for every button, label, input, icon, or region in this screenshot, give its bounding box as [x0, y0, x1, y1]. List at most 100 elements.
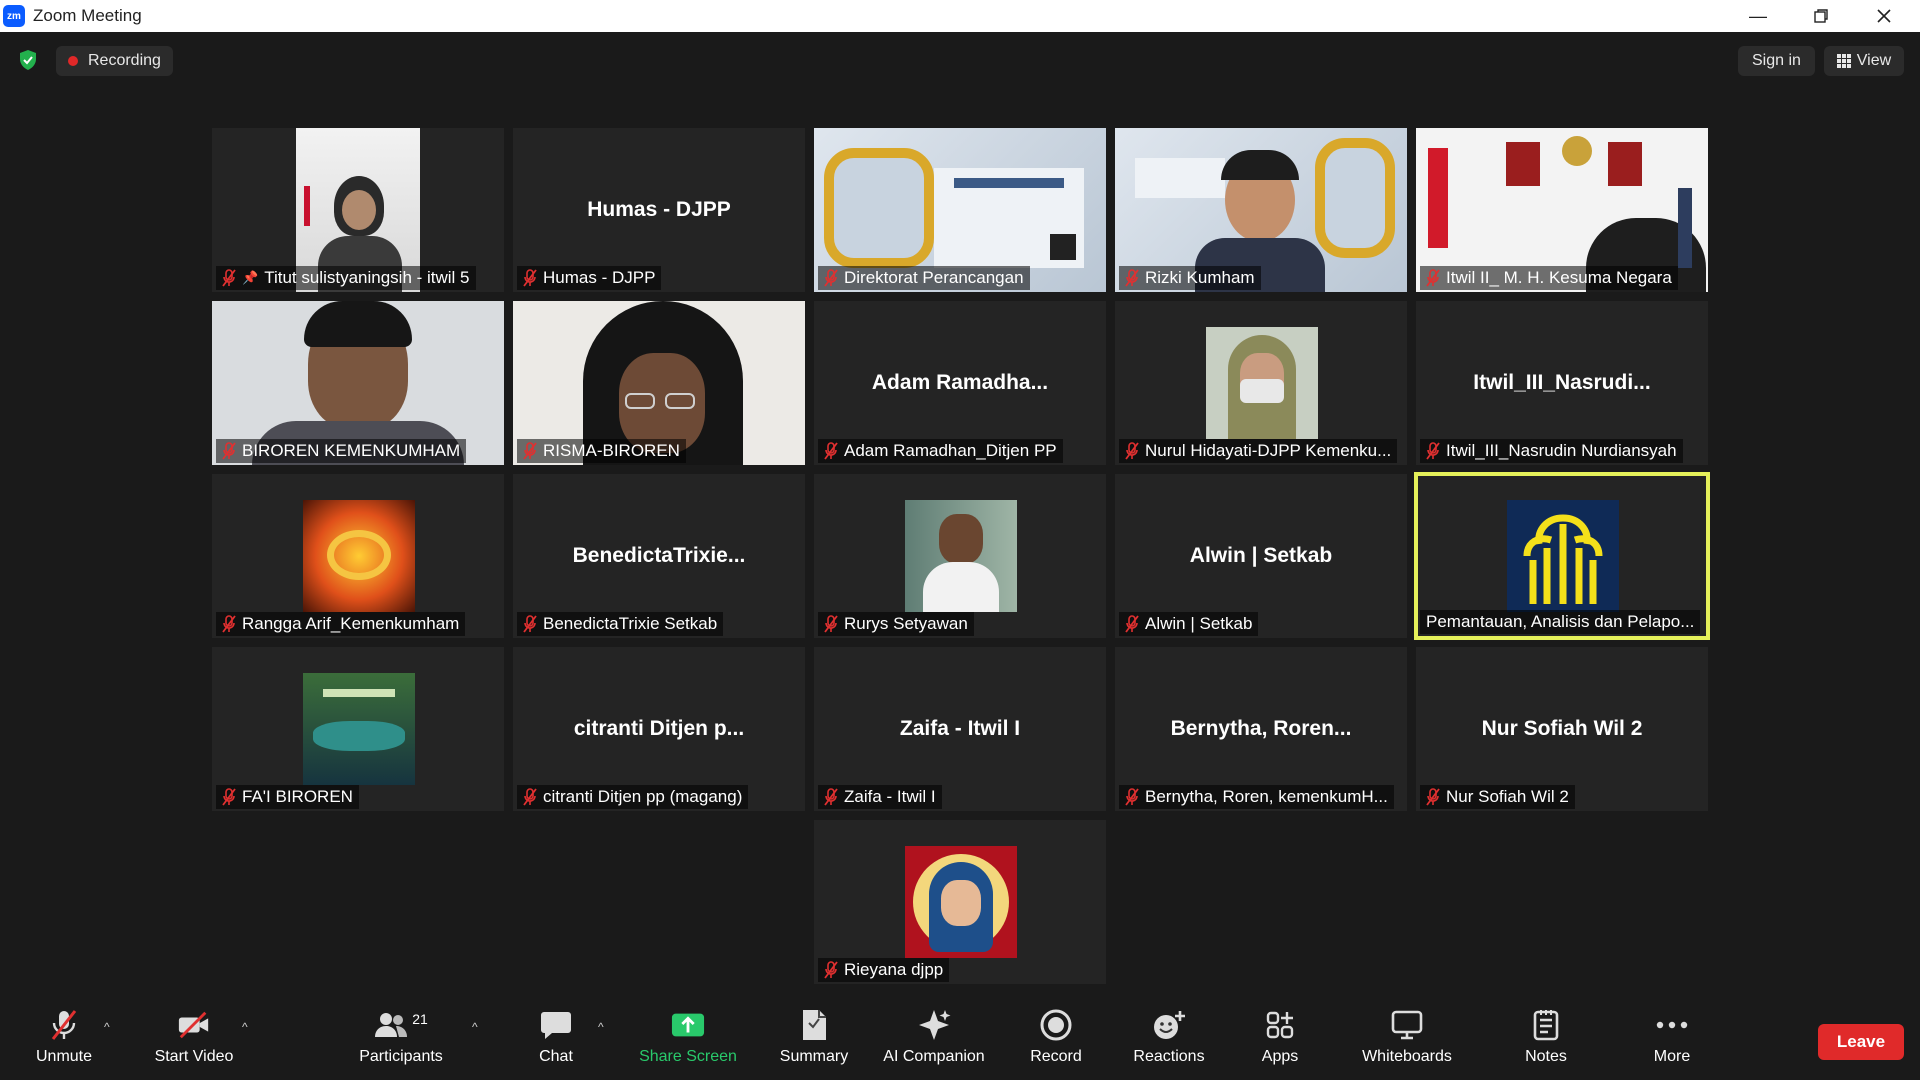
participant-name-label: BIROREN KEMENKUMHAM [216, 439, 467, 463]
participant-tile[interactable]: Alwin | Setkab Alwin | Setkab [1115, 474, 1407, 638]
muted-mic-icon [222, 788, 236, 806]
participant-tile[interactable]: BenedictaTrixie... BenedictaTrixie Setka… [513, 474, 805, 638]
participant-tile[interactable]: Itwil II_ M. H. Kesuma Negara [1416, 128, 1708, 292]
participant-name: BIROREN KEMENKUMHAM [242, 441, 461, 460]
reactions-button[interactable]: Reactions [1126, 1008, 1212, 1076]
participant-name-label: FA'I BIROREN [216, 785, 359, 809]
participant-name: Rizki Kumham [1145, 268, 1255, 287]
participant-tile[interactable]: FA'I BIROREN [212, 647, 504, 811]
participant-display-name: Humas - DJPP [587, 198, 731, 221]
recording-indicator[interactable]: Recording [56, 46, 173, 76]
participants-icon: 21 [366, 1008, 436, 1042]
participant-tile[interactable]: Rieyana djpp [814, 820, 1106, 984]
participant-tile[interactable]: Nur Sofiah Wil 2 Nur Sofiah Wil 2 [1416, 647, 1708, 811]
participant-name-label: Direktorat Perancangan [818, 266, 1030, 290]
participant-name: Itwil_III_Nasrudin Nurdiansyah [1446, 441, 1677, 460]
muted-mic-icon [824, 442, 838, 460]
participant-tile[interactable]: Rangga Arif_Kemenkumham [212, 474, 504, 638]
whiteboards-label: Whiteboards [1362, 1048, 1452, 1065]
summary-button[interactable]: Summary [772, 1008, 856, 1076]
participant-tile[interactable]: RISMA-BIROREN [513, 301, 805, 465]
participant-name-label: RISMA-BIROREN [517, 439, 686, 463]
more-button[interactable]: More [1644, 1008, 1700, 1076]
video-options-caret-icon[interactable]: ^ [242, 1020, 248, 1034]
participant-tile[interactable]: Rurys Setyawan [814, 474, 1106, 638]
participant-name-label: Alwin | Setkab [1119, 612, 1259, 636]
minimize-button[interactable]: — [1730, 0, 1786, 32]
chat-button[interactable]: Chat [528, 1008, 584, 1076]
participant-tile[interactable]: Direktorat Perancangan [814, 128, 1106, 292]
muted-mic-icon [523, 269, 537, 287]
ai-companion-button[interactable]: AI Companion [878, 1008, 990, 1076]
window-titlebar: zm Zoom Meeting — [0, 0, 1920, 32]
share-screen-button[interactable]: Share Screen [632, 1008, 744, 1076]
notes-button[interactable]: Notes [1518, 1008, 1574, 1076]
leave-meeting-button[interactable]: Leave [1818, 1024, 1904, 1060]
close-window-button[interactable] [1856, 0, 1912, 32]
participant-name: Pemantauan, Analisis dan Pelapo... [1426, 612, 1695, 631]
participant-tile[interactable]: Zaifa - Itwil I Zaifa - Itwil I [814, 647, 1106, 811]
record-icon [1039, 1008, 1073, 1042]
apps-button[interactable]: Apps [1252, 1008, 1308, 1076]
close-icon [1877, 9, 1891, 23]
view-button[interactable]: View [1824, 46, 1904, 76]
share-screen-icon [671, 1008, 705, 1042]
muted-mic-icon [1426, 788, 1440, 806]
participants-caret-icon[interactable]: ^ [472, 1020, 478, 1034]
gallery-grid: 📌 Titut sulistyaningsih - itwil 5 Humas … [212, 128, 1710, 984]
participant-tile[interactable]: Bernytha, Roren... Bernytha, Roren, keme… [1115, 647, 1407, 811]
restore-button[interactable] [1793, 0, 1849, 32]
muted-mic-icon [824, 615, 838, 633]
participant-tile-active-speaker[interactable]: Pemantauan, Analisis dan Pelapo... [1414, 472, 1710, 640]
participant-tile[interactable]: Itwil_III_Nasrudi... Itwil_III_Nasrudin … [1416, 301, 1708, 465]
grid-view-icon [1836, 54, 1851, 68]
muted-mic-icon [523, 615, 537, 633]
window-title: Zoom Meeting [33, 6, 142, 25]
start-video-label: Start Video [154, 1048, 234, 1065]
participant-display-name: Itwil_III_Nasrudi... [1473, 371, 1651, 394]
whiteboard-icon [1390, 1008, 1424, 1042]
participant-avatar [1206, 327, 1318, 439]
participant-tile[interactable]: Adam Ramadha... Adam Ramadhan_Ditjen PP [814, 301, 1106, 465]
participant-name-label: Bernytha, Roren, kemenkumH... [1119, 785, 1394, 809]
reactions-emoji-icon [1152, 1008, 1186, 1042]
unmute-button[interactable]: Unmute [28, 1008, 100, 1076]
participant-tile[interactable]: Rizki Kumham [1115, 128, 1407, 292]
whiteboards-button[interactable]: Whiteboards [1354, 1008, 1460, 1076]
record-label: Record [1030, 1048, 1082, 1065]
notes-icon [1529, 1008, 1563, 1042]
participant-tile[interactable]: Humas - DJPP Humas - DJPP [513, 128, 805, 292]
participant-name-label: Humas - DJPP [517, 266, 662, 290]
participant-tile[interactable]: Nurul Hidayati-DJPP Kemenku... [1115, 301, 1407, 465]
start-video-button[interactable]: Start Video [148, 1008, 240, 1076]
muted-mic-icon [1426, 442, 1440, 460]
participant-name-label: citranti Ditjen pp (magang) [517, 785, 749, 809]
participant-name-label: Itwil_III_Nasrudin Nurdiansyah [1420, 439, 1683, 463]
audio-options-caret-icon[interactable]: ^ [104, 1020, 110, 1034]
muted-mic-icon [222, 615, 236, 633]
chat-caret-icon[interactable]: ^ [598, 1020, 604, 1034]
participants-label: Participants [359, 1048, 443, 1065]
participant-name-label: Adam Ramadhan_Ditjen PP [818, 439, 1063, 463]
participant-display-name: citranti Ditjen p... [573, 717, 745, 740]
participant-name-label: Rangga Arif_Kemenkumham [216, 612, 466, 636]
participant-tile[interactable]: BIROREN KEMENKUMHAM [212, 301, 504, 465]
participant-name: Titut sulistyaningsih - itwil 5 [264, 268, 470, 287]
participant-avatar [303, 500, 415, 612]
participants-button[interactable]: 21 Participants [352, 1008, 450, 1076]
participant-name: RISMA-BIROREN [543, 441, 680, 460]
muted-mic-icon [222, 269, 236, 287]
sign-in-button[interactable]: Sign in [1738, 46, 1815, 76]
participant-display-name: Bernytha, Roren... [1170, 717, 1352, 740]
muted-mic-icon [47, 1008, 81, 1042]
participant-tile[interactable]: citranti Ditjen p... citranti Ditjen pp … [513, 647, 805, 811]
security-shield-icon[interactable] [16, 48, 40, 72]
participant-tile[interactable]: 📌 Titut sulistyaningsih - itwil 5 [212, 128, 504, 292]
participant-avatar [1507, 500, 1619, 612]
reactions-label: Reactions [1133, 1048, 1205, 1065]
participant-name: Bernytha, Roren, kemenkumH... [1145, 787, 1388, 806]
record-button[interactable]: Record [1020, 1008, 1092, 1076]
summary-label: Summary [779, 1048, 849, 1065]
participant-name: Rieyana djpp [844, 960, 944, 979]
participant-name: Rangga Arif_Kemenkumham [242, 614, 460, 633]
